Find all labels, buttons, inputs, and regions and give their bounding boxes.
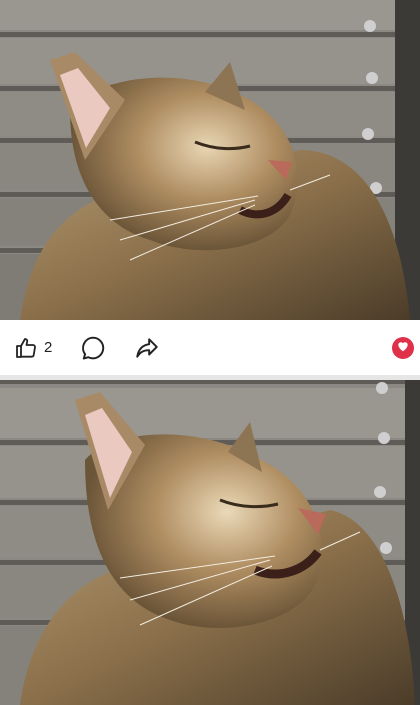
share-button[interactable] — [134, 330, 160, 366]
cat-photo — [0, 380, 420, 705]
post-image[interactable] — [0, 0, 420, 320]
reaction-button[interactable] — [392, 337, 414, 359]
feed: 2 — [0, 0, 420, 705]
post-action-bar: 2 — [0, 320, 420, 375]
comment-icon — [80, 335, 106, 361]
thumbs-up-icon — [14, 336, 38, 360]
post-image[interactable] — [0, 380, 420, 705]
share-icon — [134, 335, 160, 361]
comment-button[interactable] — [80, 330, 106, 366]
heart-icon — [396, 339, 410, 358]
like-button[interactable]: 2 — [14, 330, 52, 366]
like-count: 2 — [44, 339, 53, 356]
cat-photo — [0, 0, 420, 320]
